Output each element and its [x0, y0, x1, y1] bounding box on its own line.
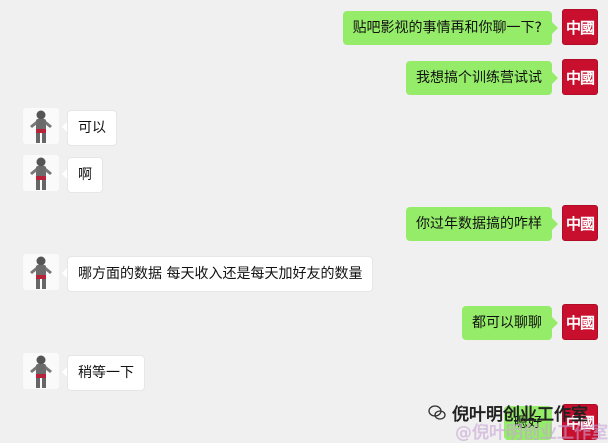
bubble-tail: [552, 72, 558, 84]
bubble-tail: [552, 317, 558, 329]
message-bubble[interactable]: 我想搞个训练营试试: [406, 61, 552, 95]
avatar[interactable]: 中國: [562, 205, 598, 241]
message-bubble[interactable]: 贴吧影视的事情再和你聊一下?: [342, 11, 552, 45]
bubble-tail: [552, 22, 558, 34]
robot-figure-avatar[interactable]: [23, 353, 59, 389]
robot-figure-avatar[interactable]: [23, 108, 59, 144]
message-bubble[interactable]: 可以: [67, 110, 117, 146]
message-bubble[interactable]: 你过年数据搞的咋样: [406, 207, 552, 241]
message-bubble[interactable]: 哪方面的数据 每天收入还是每天加好友的数量: [67, 256, 374, 292]
wechat-icon: [428, 404, 446, 420]
message-bubble[interactable]: 稍等一下: [67, 355, 145, 391]
robot-figure-avatar[interactable]: [23, 155, 59, 191]
robot-figure-avatar[interactable]: [23, 254, 59, 290]
avatar[interactable]: 中國: [562, 59, 598, 95]
message-bubble[interactable]: 啊: [67, 157, 103, 193]
message-bubble[interactable]: 都可以聊聊: [462, 306, 552, 340]
avatar[interactable]: 中國: [562, 304, 598, 340]
bubble-tail: [552, 218, 558, 230]
faded-watermark: @倪叶明创业工作室: [455, 423, 608, 443]
avatar[interactable]: 中國: [562, 9, 598, 45]
